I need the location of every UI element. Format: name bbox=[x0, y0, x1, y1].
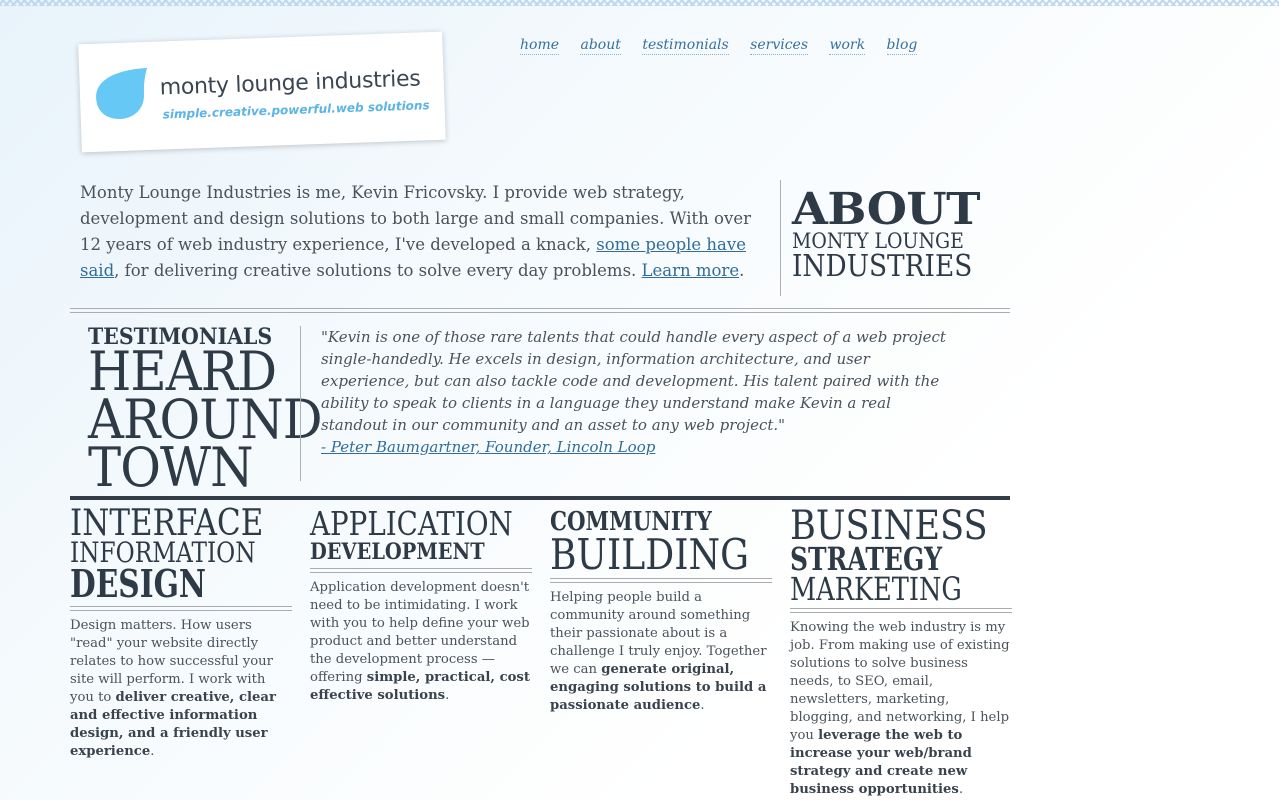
logo-title: monty lounge industries bbox=[159, 66, 421, 101]
service-title-line: MARKETING bbox=[790, 570, 962, 608]
service-title-line: BUSINESS bbox=[790, 503, 988, 549]
service-title-line: DESIGN bbox=[70, 561, 206, 606]
quote-author-link[interactable]: - Peter Baumgartner, Founder, Lincoln Lo… bbox=[321, 436, 961, 458]
logo-tagline: simple.creative.powerful.web solutions bbox=[162, 98, 430, 122]
service-rule bbox=[790, 608, 1012, 613]
nav-blog[interactable]: blog bbox=[886, 37, 918, 55]
testimonials-heading-line3: TOWN bbox=[88, 436, 254, 499]
services-top-rule bbox=[70, 496, 1010, 500]
about-divider bbox=[780, 180, 781, 296]
nav-work[interactable]: work bbox=[829, 37, 866, 55]
service-rule bbox=[70, 606, 292, 611]
service-title-line: BUILDING bbox=[550, 530, 749, 579]
service-title-line: DEVELOPMENT bbox=[310, 539, 485, 565]
service-title-line: APPLICATION bbox=[310, 504, 513, 543]
service-description-end: . bbox=[150, 744, 155, 759]
about-intro: Monty Lounge Industries is me, Kevin Fri… bbox=[80, 180, 770, 284]
about-heading-line1: ABOUT bbox=[792, 184, 981, 235]
main-nav: home about testimonials services work bl… bbox=[520, 37, 934, 55]
service-description-end: . bbox=[700, 698, 705, 713]
section-divider bbox=[70, 308, 1010, 313]
service-description-end: . bbox=[958, 782, 964, 797]
service-description: Helping people build a community around … bbox=[550, 589, 772, 715]
service-application-development: APPLICATION DEVELOPMENT Application deve… bbox=[310, 504, 532, 705]
quote-text: "Kevin is one of those rare talents that… bbox=[321, 328, 946, 434]
about-heading: ABOUT MONTY LOUNGE INDUSTRIES bbox=[792, 188, 997, 284]
service-description: Knowing the web industry is my job. From… bbox=[790, 619, 1012, 799]
service-title: COMMUNITY BUILDING bbox=[550, 508, 772, 579]
learn-more-link[interactable]: Learn more bbox=[642, 261, 740, 280]
about-heading-line3: INDUSTRIES bbox=[792, 249, 973, 284]
nav-services[interactable]: services bbox=[750, 37, 809, 55]
service-interface-design: INTERFACE INFORMATION DESIGN Design matt… bbox=[70, 506, 292, 761]
service-description: Application development doesn't need to … bbox=[310, 579, 532, 705]
nav-home[interactable]: home bbox=[520, 37, 560, 55]
water-drop-icon bbox=[96, 67, 148, 119]
service-description-end: . bbox=[445, 688, 450, 703]
top-pattern-strip bbox=[0, 0, 1279, 6]
service-rule bbox=[310, 568, 532, 573]
about-text-2: , for delivering creative solutions to s… bbox=[114, 261, 642, 280]
service-business-strategy: BUSINESS STRATEGY MARKETING Knowing the … bbox=[790, 503, 1012, 799]
service-description-bold: leverage the web to increase your web/br… bbox=[790, 728, 972, 797]
service-title: INTERFACE INFORMATION DESIGN bbox=[70, 506, 292, 606]
nav-about[interactable]: about bbox=[580, 37, 621, 55]
testimonials-heading: TESTIMONIALS HEARD AROUND TOWN bbox=[88, 326, 342, 499]
about-text-3: . bbox=[739, 261, 745, 280]
service-description: Design matters. How users "read" your we… bbox=[70, 617, 292, 761]
nav-testimonials[interactable]: testimonials bbox=[642, 37, 729, 55]
service-title: APPLICATION DEVELOPMENT bbox=[310, 504, 532, 565]
service-title: BUSINESS STRATEGY MARKETING bbox=[790, 503, 1012, 608]
service-description-text: Knowing the web industry is my job. From… bbox=[790, 620, 1010, 743]
testimonials-divider bbox=[300, 326, 301, 481]
testimonial-quote: "Kevin is one of those rare talents that… bbox=[321, 326, 961, 458]
service-community-building: COMMUNITY BUILDING Helping people build … bbox=[550, 508, 772, 715]
logo[interactable]: monty lounge industries simple.creative.… bbox=[78, 31, 446, 153]
